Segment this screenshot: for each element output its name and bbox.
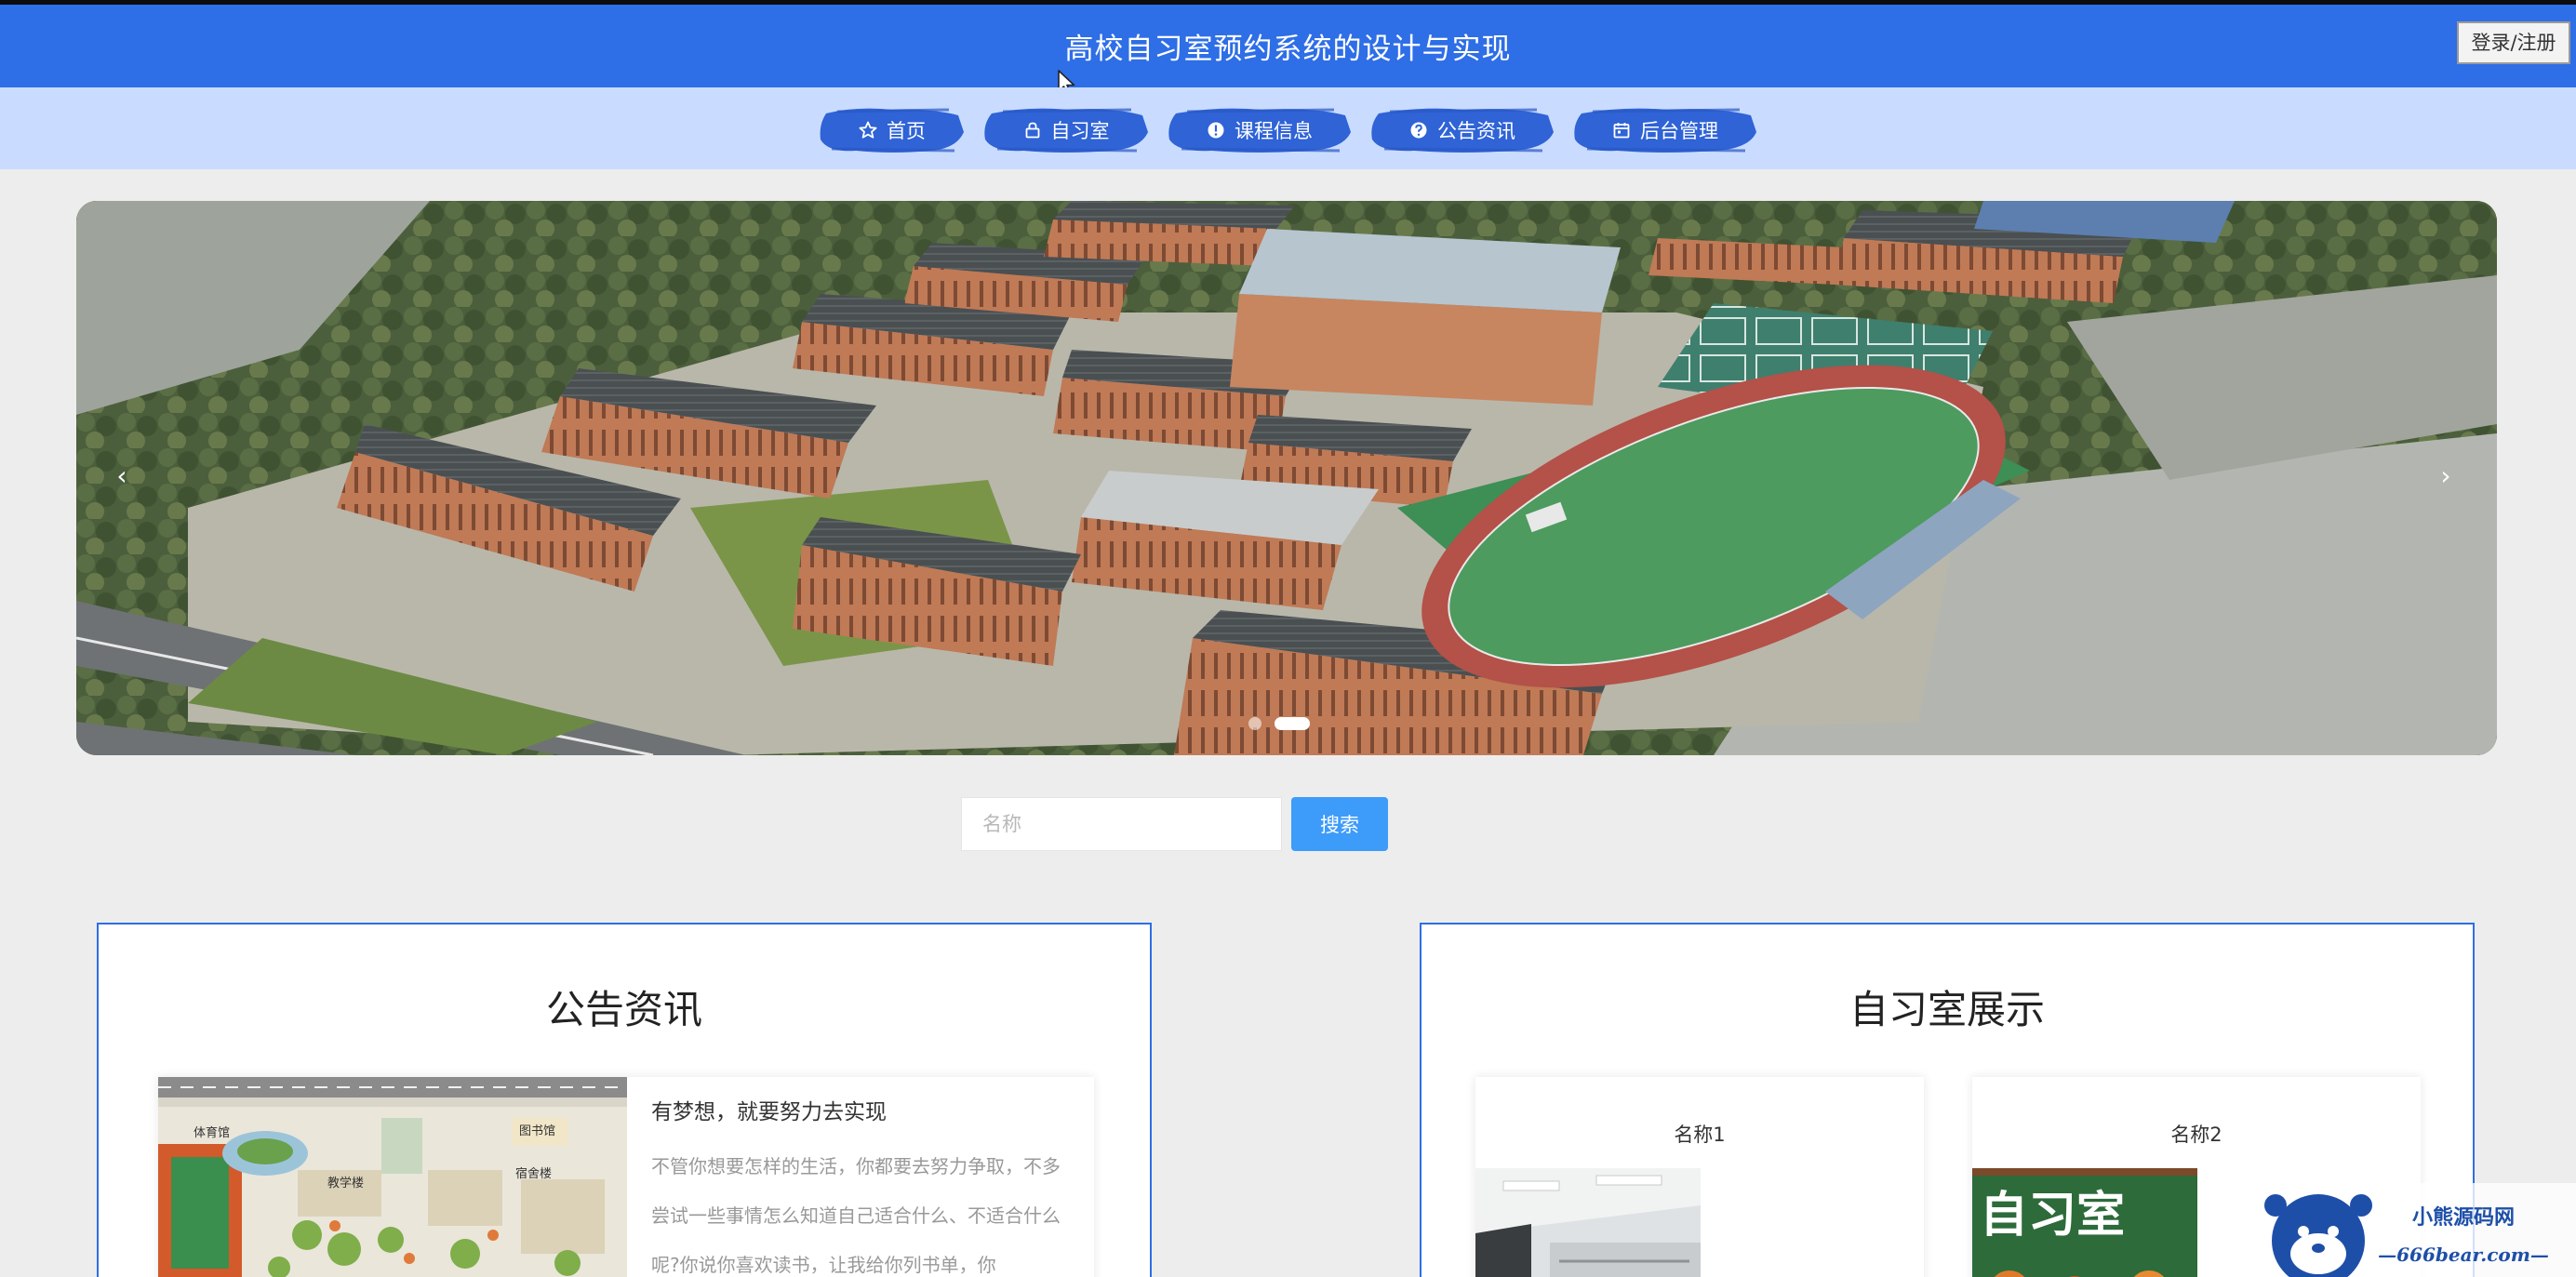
nav-label-study-room: 自习室	[1050, 120, 1110, 142]
info-icon	[1208, 122, 1224, 139]
room-card-1[interactable]: 名称1	[1475, 1077, 1924, 1277]
carousel-prev-arrow[interactable]: ‹	[108, 458, 136, 495]
news-item-excerpt: 不管你想要怎样的生活，你都要去努力争取，不多尝试一些事情怎么知道自己适合什么、不…	[651, 1155, 1061, 1276]
campus-aerial-image	[76, 201, 2497, 755]
question-icon	[1410, 122, 1427, 139]
nav-item-course-info[interactable]: 课程信息	[1167, 104, 1353, 156]
map-label-dorm: 宿舍楼	[515, 1166, 552, 1181]
study-room-panel-title: 自习室展示	[1849, 987, 2045, 1032]
star-icon	[859, 121, 877, 139]
search-button[interactable]: 搜索	[1291, 797, 1388, 851]
news-panel: 公告资讯 体育馆 教学楼 宿舍楼 图书馆 有梦想，就要努力去实现 不管你想要怎样…	[97, 923, 1152, 1277]
site-watermark: 小熊源码网 —666bear.com—	[2251, 1183, 2576, 1277]
carousel-next-arrow[interactable]: ›	[2432, 458, 2460, 495]
nav-label-announcements: 公告资讯	[1437, 120, 1515, 142]
carousel-indicators	[1248, 717, 1310, 730]
site-title: 高校自习室预约系统的设计与实现	[1064, 33, 1512, 66]
nav-label-course-info: 课程信息	[1235, 120, 1313, 142]
calendar-icon	[1613, 123, 1630, 139]
map-label-teaching: 教学楼	[327, 1176, 364, 1191]
nav-label-admin: 后台管理	[1640, 120, 1718, 142]
site-header: 高校自习室预约系统的设计与实现 登录/注册	[0, 5, 2576, 87]
nav-item-home[interactable]: 首页	[819, 104, 966, 156]
map-label-library: 图书馆	[519, 1124, 555, 1138]
map-label-gym: 体育馆	[194, 1125, 230, 1140]
carousel-dot-1[interactable]	[1248, 717, 1261, 730]
nav-item-study-room[interactable]: 自习室	[982, 104, 1150, 156]
login-register-button[interactable]: 登录/注册	[2457, 21, 2570, 64]
bear-logo-icon	[2264, 1194, 2372, 1277]
news-item-title: 有梦想，就要努力去实现	[651, 1100, 887, 1124]
carousel-dot-2-active[interactable]	[1275, 717, 1310, 730]
lock-icon	[1025, 122, 1039, 139]
campus-banner-carousel[interactable]: ‹ ›	[76, 201, 2497, 755]
room-image-1	[1475, 1168, 1701, 1277]
watermark-name: 小熊源码网	[2412, 1205, 2515, 1230]
room-image-2: 自习室	[1972, 1168, 2197, 1277]
news-panel-title: 公告资讯	[545, 987, 702, 1032]
nav-item-announcements[interactable]: 公告资讯	[1369, 104, 1555, 156]
main-nav: 首页 自习室 课程信息 公告资讯 后台管理	[0, 87, 2576, 169]
news-item-card[interactable]: 体育馆 教学楼 宿舍楼 图书馆 有梦想，就要努力去实现 不管你想要怎样的生活，你…	[158, 1077, 1094, 1277]
room-name-1: 名称1	[1674, 1124, 1726, 1146]
room-image-2-text: 自习室	[1980, 1188, 2125, 1244]
room-name-2: 名称2	[2170, 1124, 2222, 1146]
search-input[interactable]	[961, 797, 1282, 851]
news-item-image: 体育馆 教学楼 宿舍楼 图书馆	[158, 1077, 627, 1277]
nav-label-home: 首页	[887, 120, 926, 142]
watermark-url: —666bear.com—	[2378, 1244, 2549, 1266]
nav-item-admin[interactable]: 后台管理	[1572, 104, 1758, 156]
